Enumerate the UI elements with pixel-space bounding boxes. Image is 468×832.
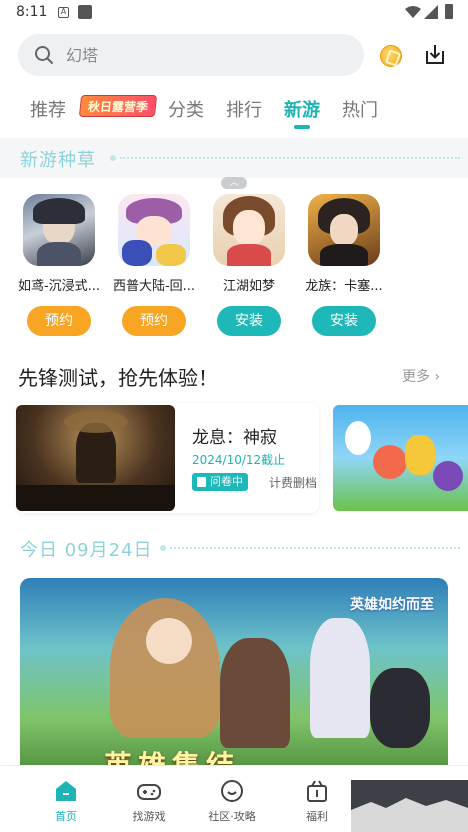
test-type-label: 计费删档	[269, 476, 318, 490]
tab-category[interactable]: 分类	[168, 96, 204, 122]
pioneer-card[interactable]: 龙息：神寂 2024/10/12截止 问卷中 计费删档	[16, 403, 319, 513]
download-icon[interactable]	[423, 42, 447, 66]
install-button[interactable]: 安装	[217, 306, 281, 336]
game-card[interactable]: 西普大陆-回... 预约	[109, 194, 199, 336]
coin-icon[interactable]	[380, 45, 402, 67]
status-bar: 8:11 A	[0, 0, 468, 26]
landscape-icon	[351, 798, 468, 832]
game-name: 龙族：卡塞...	[305, 279, 383, 294]
search-input[interactable]	[66, 34, 346, 76]
nav-find-games[interactable]: 找游戏	[119, 778, 179, 824]
game-card[interactable]: 龙族：卡塞... 安装	[299, 194, 389, 336]
section-title: 新游种草	[20, 150, 96, 171]
more-label: 更多	[402, 369, 430, 385]
nav-home[interactable]: 首页	[36, 778, 96, 824]
pioneer-card-next[interactable]	[333, 405, 468, 511]
nav-welfare[interactable]: 福利	[287, 778, 347, 824]
wifi-icon	[405, 6, 421, 18]
game-cover	[16, 405, 175, 511]
tab-new-games[interactable]: 新游	[284, 96, 320, 122]
divider-dot	[160, 545, 166, 551]
divider-dot	[110, 155, 116, 161]
home-icon	[53, 778, 79, 804]
tab-ranking[interactable]: 排行	[226, 96, 262, 122]
nav-label: 首页	[55, 810, 77, 823]
nav-community[interactable]: 社区·攻略	[202, 778, 262, 824]
more-link[interactable]: 更多 ›	[402, 366, 440, 386]
banner-logo: 英雄如约而至	[350, 597, 434, 613]
notification-icon	[78, 5, 92, 19]
gift-icon	[304, 778, 330, 804]
community-icon	[219, 778, 245, 804]
reserve-button[interactable]: 预约	[122, 306, 186, 336]
game-name: 江湖如梦	[222, 279, 275, 294]
game-icon	[308, 194, 380, 266]
game-icon	[23, 194, 95, 266]
pioneer-game-name: 龙息：神寂	[192, 428, 277, 448]
divider-line	[120, 157, 460, 159]
nav-label: 福利	[306, 810, 328, 823]
battery-icon	[445, 4, 453, 19]
pioneer-title: 先锋测试，抢先体验！	[18, 366, 218, 390]
search-bar[interactable]	[18, 34, 364, 76]
status-time: 8:11	[16, 4, 48, 20]
tab-active-indicator	[294, 125, 310, 129]
tab-autumn-camping[interactable]: 秋日露营季	[78, 95, 158, 117]
game-card[interactable]: 如鸢-沉浸式... 预约	[14, 194, 104, 336]
search-icon	[35, 46, 53, 64]
nav-label: 找游戏	[132, 810, 166, 823]
reserve-button[interactable]: 预约	[27, 306, 91, 336]
game-name: 如鸢-沉浸式...	[17, 279, 101, 294]
category-tabs: 推荐 秋日露营季 分类 排行 新游 热门	[0, 92, 468, 132]
chevron-right-icon: ›	[434, 369, 441, 385]
featured-banner[interactable]: 英雄如约而至 英雄集结	[20, 578, 448, 778]
game-card[interactable]: 江湖如梦 安装	[204, 194, 294, 336]
deadline-date: 2024/10/12截止	[192, 453, 286, 467]
sim-icon: A	[58, 7, 69, 18]
game-icon	[213, 194, 285, 266]
tab-hot[interactable]: 热门	[342, 96, 378, 122]
game-name: 西普大陆-回...	[112, 279, 196, 294]
divider-line	[170, 547, 460, 549]
game-icon	[118, 194, 190, 266]
collapse-handle[interactable]: ︿	[221, 177, 247, 189]
gamepad-icon	[136, 778, 162, 804]
signal-icon	[424, 5, 438, 19]
today-date: 今日 09月24日	[20, 540, 153, 561]
survey-badge: 问卷中	[192, 473, 248, 491]
tab-recommend[interactable]: 推荐	[30, 96, 66, 122]
install-button[interactable]: 安装	[312, 306, 376, 336]
floating-thumbnail[interactable]	[351, 780, 468, 832]
nav-label: 社区·攻略	[208, 810, 256, 823]
